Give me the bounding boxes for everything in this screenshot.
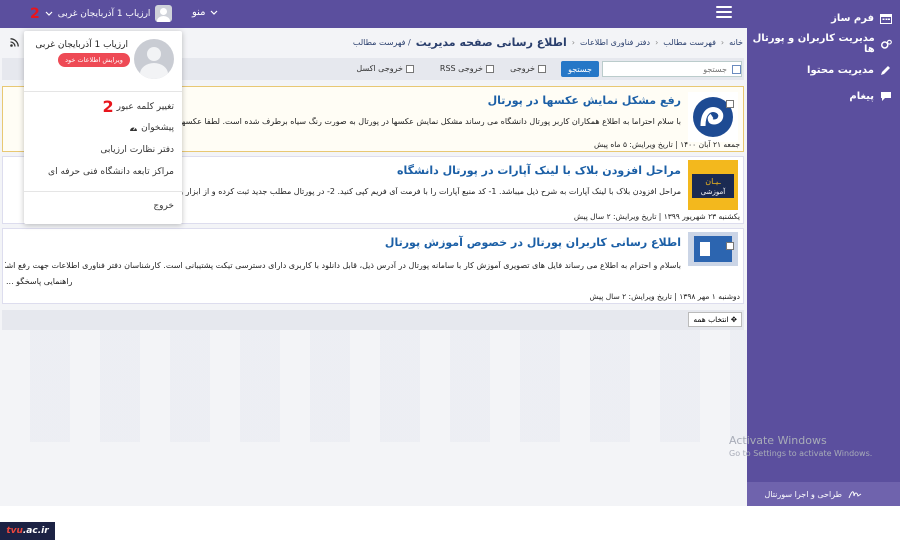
- page-footer: [0, 506, 900, 551]
- breadcrumb-home[interactable]: خانه: [729, 38, 743, 47]
- sidebar-item-label: پیغام: [849, 90, 874, 102]
- pencil-icon: [881, 65, 890, 75]
- row-checkbox[interactable]: [726, 100, 734, 108]
- user-menu[interactable]: 2 ارزیاب 1 آذربایجان غربی: [30, 5, 173, 22]
- menu-label: منو: [192, 7, 206, 18]
- sidebar-item-users-portals[interactable]: مدیریت کاربران و پورتال ها: [747, 33, 900, 55]
- user-name: ارزیاب 1 آذربایجان غربی: [57, 8, 151, 19]
- row-checkbox[interactable]: [726, 242, 734, 250]
- watermark-pattern: [0, 330, 747, 442]
- calendar-icon: [880, 13, 892, 24]
- chevron-down-icon: [210, 10, 217, 15]
- sidebar-item-form-builder[interactable]: فرم ساز: [747, 8, 900, 28]
- menu-item-logout[interactable]: خروج: [153, 201, 174, 211]
- menu-dropdown[interactable]: منو: [192, 7, 218, 18]
- post-title[interactable]: مراحل افزودن بلاک با لینک آپارات در پورت…: [397, 164, 681, 177]
- sidebar: فرم ساز مدیریت کاربران و پورتال ها مدیری…: [747, 0, 900, 506]
- sidebar-item-label: مدیریت کاربران و پورتال ها: [752, 33, 875, 55]
- chevron-down-icon: [45, 11, 53, 16]
- page-title: اطلاع رسانی صفحه مدیریت: [415, 36, 567, 49]
- signature-icon: [848, 491, 862, 499]
- step-marker: 2: [102, 97, 114, 116]
- user-dropdown-menu: ارزیاب 1 آذربایجان غربی ویرایش اطلاعات خ…: [24, 31, 182, 224]
- search-option-icon[interactable]: [732, 64, 741, 74]
- menu-item-evaluation-office[interactable]: دفتر نظارت ارزیابی: [100, 145, 174, 155]
- education-thumbnail: ـیـانآموزشی: [688, 160, 738, 210]
- post-title[interactable]: اطلاع رسانی کاربران پورتال در خصوص آموزش…: [385, 236, 681, 249]
- windows-activation-notice: Activate Windows Go to Settings to activ…: [729, 434, 873, 458]
- list-item[interactable]: اطلاع رسانی کاربران پورتال در خصوص آموزش…: [2, 228, 744, 304]
- site-logo: tvu .ac.ir: [0, 522, 55, 540]
- post-meta: جمعه ۲۱ آبان ۱۴۰۰ | تاریخ ویرایش: ۵ ماه …: [594, 140, 740, 149]
- breadcrumb-it-office[interactable]: دفتر فناوری اطلاعات: [580, 38, 650, 47]
- rss-icon[interactable]: [10, 38, 19, 47]
- hamburger-menu-icon[interactable]: [716, 6, 732, 20]
- menu-item-subsidiary-centers[interactable]: مراکز تابعه دانشگاه فنی حرفه ای: [48, 167, 174, 177]
- menu-item-change-password[interactable]: تغییر کلمه عبور 2: [103, 97, 174, 116]
- cogs-icon: [880, 39, 892, 49]
- edit-profile-button[interactable]: ویرایش اطلاعات خود: [58, 53, 130, 67]
- rss-export-checkbox[interactable]: خروجی RSS: [440, 64, 494, 73]
- svg-text:ـیـان: ـیـان: [705, 177, 721, 186]
- thumb-text: آموزشی: [701, 187, 726, 196]
- select-all-bar: ✥ انتخاب همه: [2, 310, 744, 330]
- sidebar-item-messages[interactable]: پیغام: [747, 86, 900, 106]
- post-desc: باسلام و احترام به اطلاع می رساند فایل ه…: [5, 261, 681, 270]
- sidebar-item-content[interactable]: مدیریت محتوا: [747, 60, 900, 80]
- sidebar-item-label: فرم ساز: [831, 12, 874, 24]
- avatar: [155, 5, 173, 22]
- dropdown-user-name: ارزیاب 1 آذربایجان غربی: [35, 40, 128, 50]
- post-meta: یکشنبه ۲۳ شهریور ۱۳۹۹ | تاریخ ویرایش: ۲ …: [573, 212, 740, 221]
- check-square-icon: ✥: [730, 315, 737, 324]
- breadcrumb: خانه ‹ فهرست مطالب ‹ دفتر فناوری اطلاعات…: [352, 36, 743, 49]
- menu-item-dashboard[interactable]: پیشخوان: [129, 123, 174, 133]
- select-all-button[interactable]: ✥ انتخاب همه: [688, 312, 742, 327]
- sidebar-footer: طراحی و اجرا سورنتال: [747, 482, 900, 506]
- breadcrumb-tail: / فهرست مطالب: [352, 38, 411, 47]
- search-button[interactable]: جستجو: [561, 61, 599, 77]
- profile-avatar: [134, 39, 174, 79]
- excel-export-checkbox[interactable]: خروجی اکسل: [356, 64, 414, 73]
- search-box: [602, 61, 742, 77]
- post-meta: دوشنبه ۱ مهر ۱۳۹۸ | تاریخ ویرایش: ۲ سال …: [589, 292, 740, 301]
- comment-icon: [881, 91, 891, 101]
- post-title[interactable]: رفع مشکل نمایش عکسها در پورتال: [488, 94, 681, 107]
- dashboard-icon: [130, 126, 138, 131]
- post-desc-cont: راهنمایی پاسخگو ...: [6, 277, 73, 286]
- breadcrumb-list[interactable]: فهرست مطالب: [663, 38, 716, 47]
- notification-count: 2: [30, 5, 40, 22]
- sidebar-item-label: مدیریت محتوا: [807, 64, 874, 76]
- word-export-checkbox[interactable]: خروجی: [510, 64, 546, 73]
- footer-credit: طراحی و اجرا سورنتال: [764, 489, 842, 499]
- search-input[interactable]: [605, 62, 730, 76]
